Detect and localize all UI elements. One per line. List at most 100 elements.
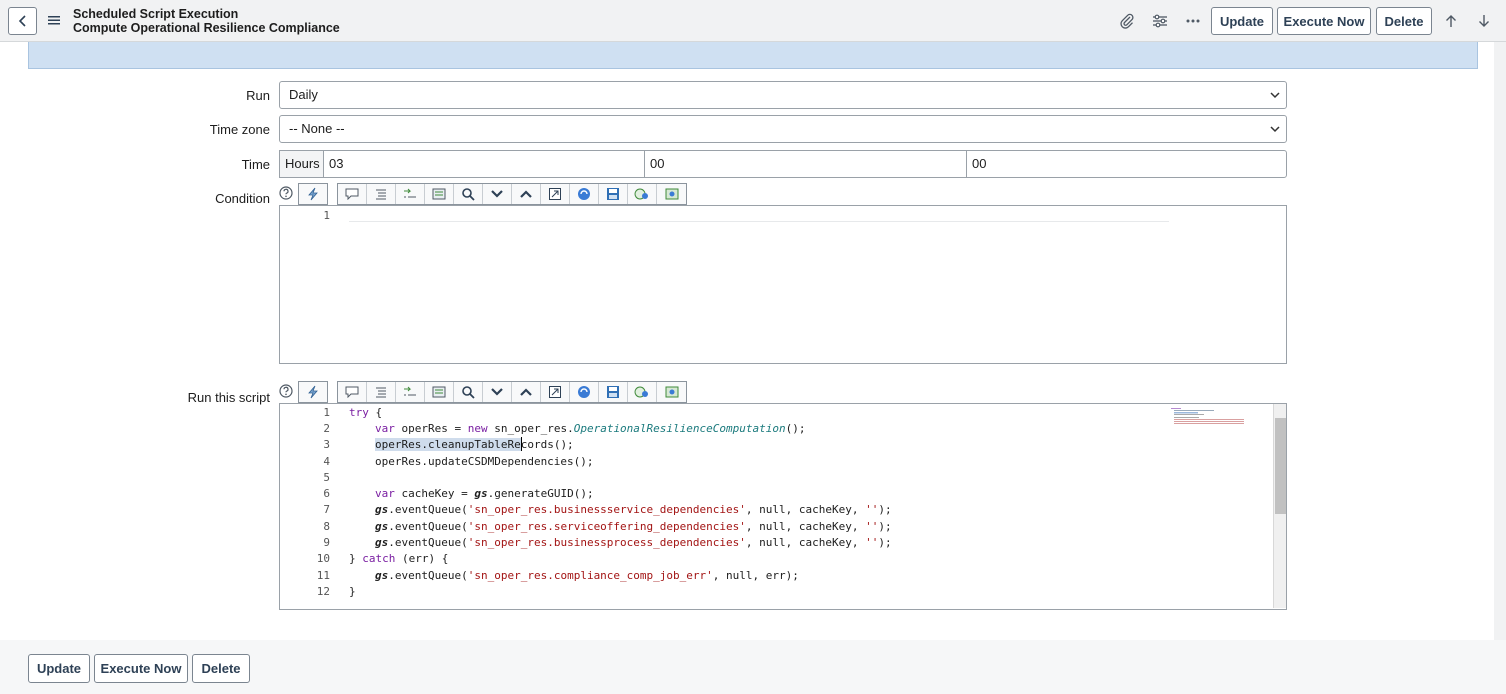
condition-editor[interactable]: 1 (279, 205, 1287, 364)
footer-update-button[interactable]: Update (28, 654, 90, 683)
find-previous-icon[interactable] (512, 382, 541, 402)
more-options-icon[interactable] (1184, 12, 1202, 30)
syntax-check-icon[interactable] (657, 382, 686, 402)
code-line: operRes.updateCSDMDependencies(); (375, 455, 594, 468)
save-icon[interactable] (599, 184, 628, 204)
line-number: 8 (323, 520, 330, 533)
record-type-title: Scheduled Script Execution (73, 7, 239, 21)
syntax-toggle-icon (308, 385, 318, 399)
script-help-icon[interactable] (570, 382, 599, 402)
chevron-left-icon (18, 15, 26, 27)
toggle-syntax-editor-button[interactable] (298, 183, 328, 205)
toggle-syntax-editor-button[interactable] (298, 381, 328, 403)
format-code-icon[interactable] (367, 382, 396, 402)
back-button[interactable] (8, 7, 37, 35)
footer-execute-now-button[interactable]: Execute Now (94, 654, 188, 683)
code-token: .eventQueue( (388, 503, 468, 516)
format-code-icon[interactable] (367, 184, 396, 204)
line-number: 2 (323, 422, 330, 435)
string-literal: 'sn_oper_res.businessservice_dependencie… (467, 503, 746, 516)
record-name-title: Compute Operational Resilience Complianc… (73, 21, 340, 35)
script-debugger-icon[interactable] (628, 382, 657, 402)
script-help-icon[interactable] (570, 184, 599, 204)
previous-record-arrow-up-icon[interactable] (1442, 12, 1460, 30)
code-line: gs.eventQueue('sn_oper_res.serviceofferi… (375, 520, 892, 533)
search-icon[interactable] (454, 382, 483, 402)
code-minimap[interactable] (1171, 407, 1246, 427)
code-line: gs.eventQueue('sn_oper_res.businessservi… (375, 503, 892, 516)
line-number: 5 (323, 471, 330, 484)
code-token: cacheKey = (394, 487, 475, 500)
code-token: } (349, 552, 363, 565)
keyword: var (375, 487, 395, 500)
code-token: ); (878, 520, 892, 533)
code-token: .generateGUID(); (487, 487, 594, 500)
code-token: .eventQueue( (388, 536, 468, 549)
time-zone-select[interactable]: -- None -- (279, 115, 1287, 143)
line-number: 7 (323, 503, 330, 516)
help-question-icon[interactable] (279, 186, 293, 200)
replace-all-icon[interactable] (425, 382, 454, 402)
keyword: new (467, 422, 488, 435)
find-previous-icon[interactable] (512, 184, 541, 204)
code-line: } catch (err) { (349, 552, 448, 565)
editor-scrollbar[interactable] (1273, 404, 1286, 608)
code-line: try { (349, 406, 382, 419)
line-number: 1 (323, 406, 330, 419)
keyword: catch (362, 552, 396, 565)
code-token: (err) { (395, 552, 449, 565)
code-token: ); (878, 503, 892, 516)
time-seconds-input[interactable]: 00 (966, 150, 1287, 178)
code-token: { (368, 406, 383, 419)
time-hours-input[interactable]: 03 (323, 150, 645, 178)
save-icon[interactable] (599, 382, 628, 402)
header-execute-now-button[interactable]: Execute Now (1277, 7, 1371, 35)
keyword: var (375, 422, 395, 435)
gs-object: gs (375, 536, 389, 549)
code-token: (); (785, 422, 806, 435)
gs-object: gs (375, 503, 389, 516)
code-token: .eventQueue( (388, 569, 468, 582)
script-debugger-icon[interactable] (628, 184, 657, 204)
replace-icon[interactable] (396, 382, 425, 402)
find-next-icon[interactable] (483, 382, 512, 402)
page-right-edge (1494, 42, 1506, 694)
string-literal: 'sn_oper_res.serviceoffering_dependencie… (467, 520, 746, 533)
string-literal: 'sn_oper_res.businessprocess_dependencie… (467, 536, 746, 549)
form-header: Scheduled Script Execution Compute Opera… (0, 0, 1506, 42)
active-line-guide (349, 221, 1169, 222)
attachment-icon[interactable] (1118, 12, 1136, 30)
replace-icon[interactable] (396, 184, 425, 204)
footer-delete-button[interactable]: Delete (192, 654, 250, 683)
comment-icon[interactable] (338, 382, 367, 402)
header-delete-button[interactable]: Delete (1376, 7, 1432, 35)
search-icon[interactable] (454, 184, 483, 204)
script-editor[interactable]: 1 2 3 4 5 6 7 8 9 10 11 12 try { var ope… (279, 403, 1287, 610)
fullscreen-icon[interactable] (541, 382, 570, 402)
syntax-toggle-icon (308, 187, 318, 201)
help-question-icon[interactable] (279, 384, 293, 398)
find-next-icon[interactable] (483, 184, 512, 204)
personalize-form-icon[interactable] (1151, 12, 1169, 30)
keyword: try (349, 406, 369, 419)
hamburger-menu-icon[interactable] (48, 14, 60, 26)
run-select[interactable]: Daily (279, 81, 1287, 109)
line-number: 11 (316, 569, 330, 582)
code-line: var cacheKey = gs.generateGUID(); (375, 487, 594, 500)
comment-icon[interactable] (338, 184, 367, 204)
gs-object: gs (474, 487, 488, 500)
run-this-script-label: Run this script (187, 390, 270, 405)
header-update-button[interactable]: Update (1211, 7, 1273, 35)
code-line: } (349, 585, 356, 598)
editor-scrollbar-thumb[interactable] (1275, 418, 1286, 514)
next-record-arrow-down-icon[interactable] (1475, 12, 1493, 30)
time-minutes-input[interactable]: 00 (644, 150, 967, 178)
syntax-check-icon[interactable] (657, 184, 686, 204)
chevron-down-icon (1270, 92, 1280, 99)
replace-all-icon[interactable] (425, 184, 454, 204)
code-line: gs.eventQueue('sn_oper_res.businessproce… (375, 536, 892, 549)
chevron-down-icon (1270, 126, 1280, 133)
string-literal: 'sn_oper_res.compliance_comp_job_err' (467, 569, 713, 582)
fullscreen-icon[interactable] (541, 184, 570, 204)
string-literal: '' (865, 503, 879, 516)
